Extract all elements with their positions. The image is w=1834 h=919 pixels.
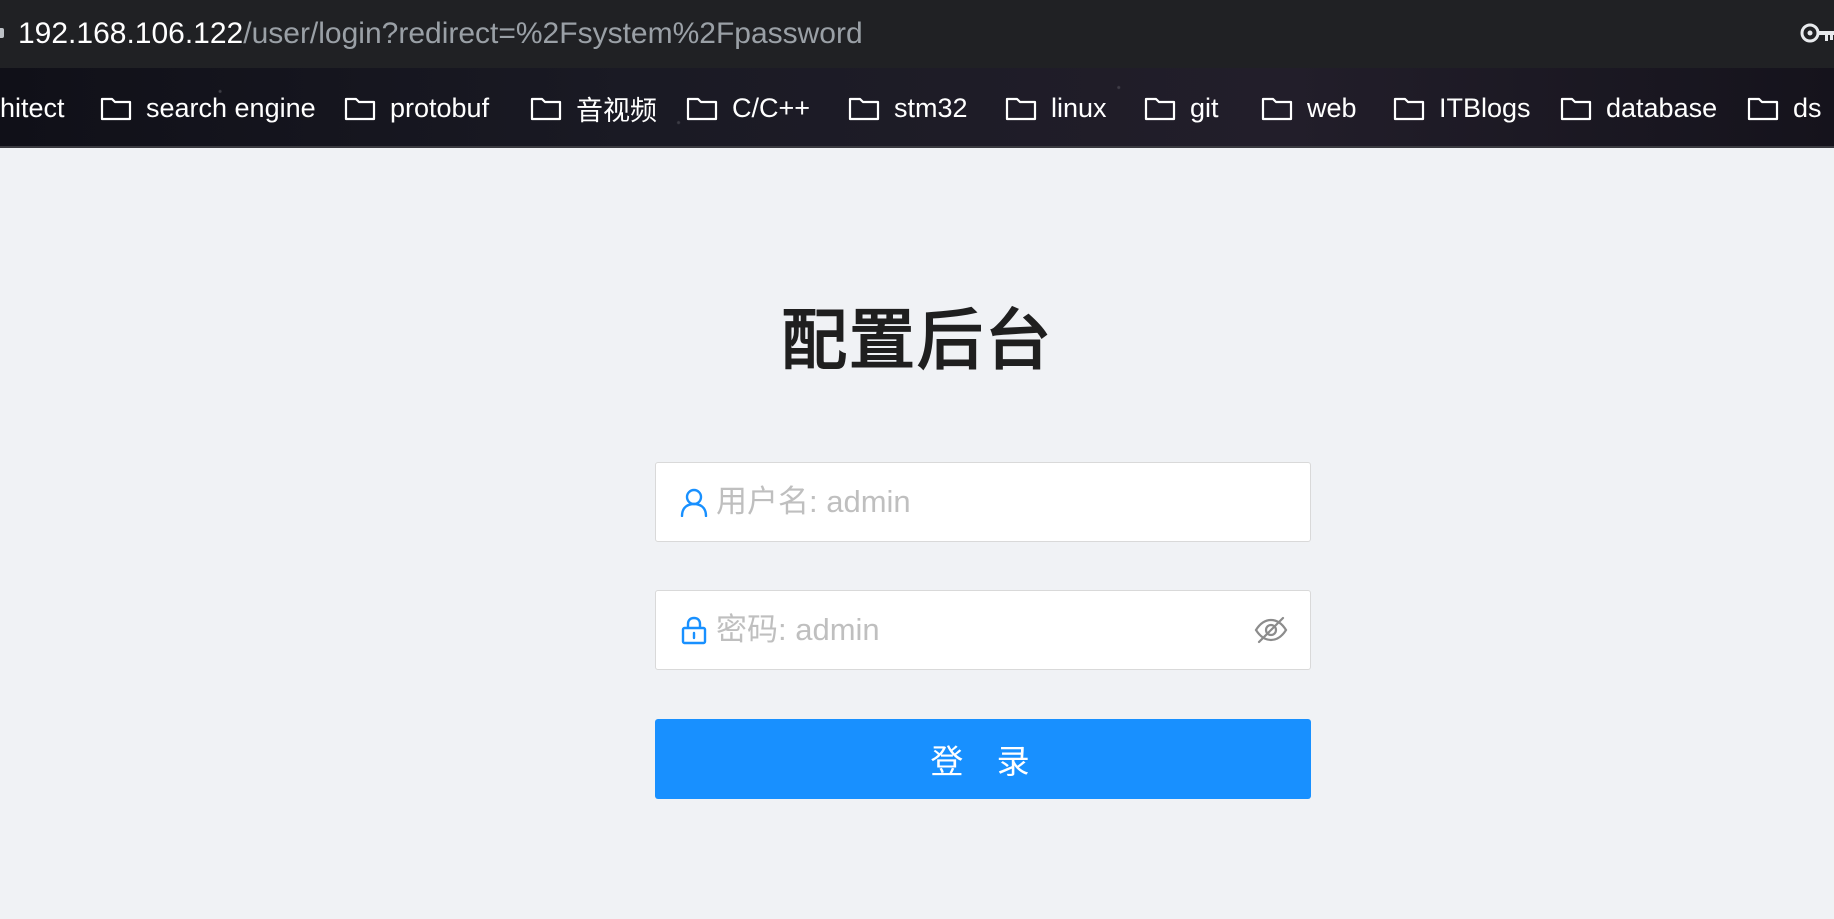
page-title: 配置后台: [781, 303, 1053, 377]
bookmark-folder-search-engine[interactable]: search engine: [100, 68, 316, 146]
bookmark-label: database: [1606, 92, 1718, 123]
folder-icon: [1393, 97, 1425, 121]
url-field[interactable]: 192.168.106.122/user/login?redirect=%2Fs…: [18, 16, 863, 52]
bookmark-folder-ds[interactable]: ds: [1747, 68, 1822, 146]
bookmark-folder-audio-video[interactable]: 音视频: [530, 68, 657, 146]
folder-icon: [1560, 97, 1592, 121]
login-button[interactable]: 登 录: [655, 719, 1311, 799]
bookmark-folder-architect[interactable]: hitect: [0, 68, 65, 146]
address-bar[interactable]: 192.168.106.122/user/login?redirect=%2Fs…: [0, 0, 1834, 68]
folder-icon: [686, 97, 718, 121]
bookmark-folder-itblogs[interactable]: ITBlogs: [1393, 68, 1531, 146]
bookmark-label: git: [1190, 92, 1219, 123]
folder-icon: [1747, 97, 1779, 121]
bookmark-folder-protobuf[interactable]: protobuf: [344, 68, 490, 146]
bookmark-label: stm32: [894, 92, 968, 123]
eye-invisible-icon[interactable]: [1254, 615, 1288, 645]
user-icon: [680, 488, 708, 517]
folder-icon: [1005, 97, 1037, 121]
folder-icon: [530, 97, 562, 121]
folder-icon: [344, 97, 376, 121]
username-field[interactable]: [655, 462, 1311, 542]
bookmarks-bar: hitect search engine protobuf 音视频 C/C++ …: [0, 68, 1834, 148]
password-field[interactable]: [655, 590, 1311, 670]
folder-icon: [100, 97, 132, 121]
bookmark-label: ITBlogs: [1439, 92, 1531, 123]
browser-window: 192.168.106.122/user/login?redirect=%2Fs…: [0, 0, 1834, 919]
bookmark-label: linux: [1051, 92, 1107, 123]
bookmark-folder-database[interactable]: database: [1560, 68, 1718, 146]
password-input[interactable]: [716, 600, 1254, 660]
bookmark-folder-stm32[interactable]: stm32: [848, 68, 968, 146]
bookmark-folder-git[interactable]: git: [1144, 68, 1219, 146]
site-info-icon[interactable]: [0, 28, 4, 38]
username-input[interactable]: [716, 472, 1310, 532]
bookmark-label: ds: [1793, 92, 1822, 123]
bookmark-folder-linux[interactable]: linux: [1005, 68, 1107, 146]
bookmark-folder-cpp[interactable]: C/C++: [686, 68, 811, 146]
lock-icon: [681, 616, 707, 645]
folder-icon: [1261, 97, 1293, 121]
key-icon[interactable]: [1800, 20, 1834, 46]
url-host: 192.168.106.122: [18, 17, 244, 50]
bookmark-label: search engine: [146, 92, 316, 123]
folder-icon: [1144, 97, 1176, 121]
bookmark-folder-web[interactable]: web: [1261, 68, 1357, 146]
bookmark-label: protobuf: [390, 92, 490, 123]
bookmark-label: web: [1307, 92, 1357, 123]
bookmark-label: hitect: [0, 92, 65, 123]
url-path: /user/login?redirect=%2Fsystem%2Fpasswor…: [243, 17, 863, 50]
bookmark-label: 音视频: [576, 95, 657, 126]
folder-icon: [848, 97, 880, 121]
bookmark-label: C/C++: [732, 92, 811, 123]
